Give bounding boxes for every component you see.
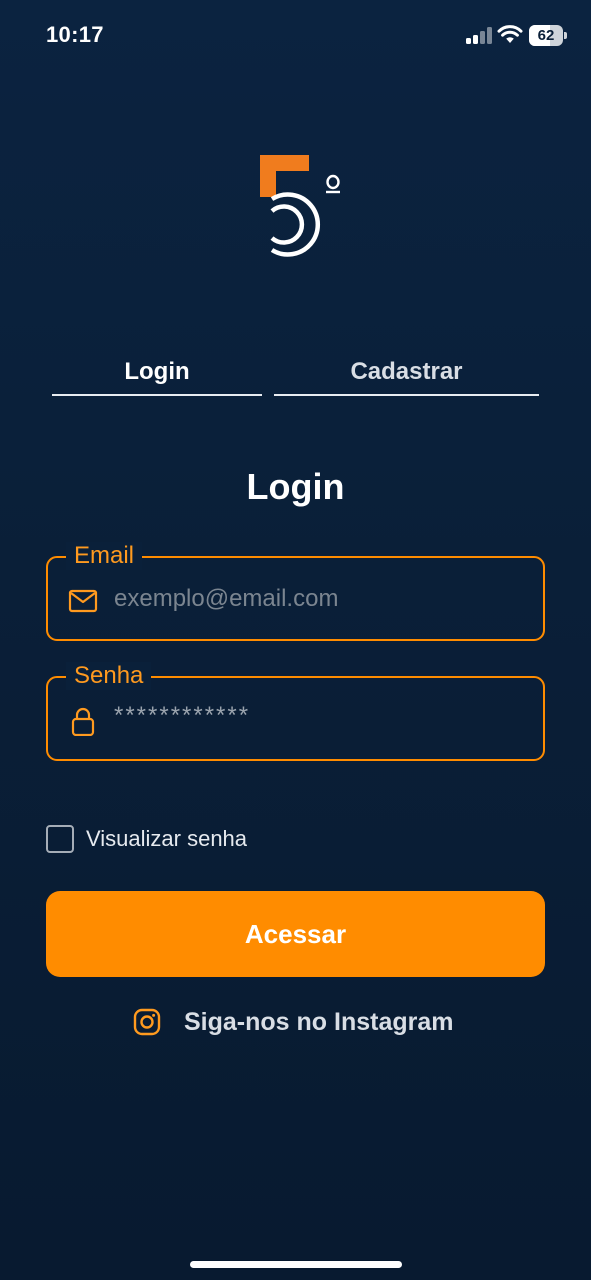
email-input[interactable]	[114, 558, 534, 639]
home-indicator[interactable]	[190, 1261, 402, 1268]
page-title: Login	[246, 466, 345, 507]
status-bar: 10:17 62	[0, 0, 591, 70]
instagram-label: Siga-nos no Instagram	[184, 1008, 454, 1036]
lock-icon	[68, 706, 98, 737]
wifi-icon	[497, 24, 523, 44]
login-button[interactable]: Acessar	[46, 891, 545, 977]
tab-login[interactable]: Login	[52, 350, 262, 396]
app-logo	[255, 150, 347, 260]
cellular-signal-icon	[466, 27, 492, 44]
show-password-checkbox[interactable]	[46, 825, 74, 853]
tab-cadastrar[interactable]: Cadastrar	[274, 350, 539, 396]
instagram-icon	[133, 1008, 161, 1036]
password-field: Senha	[46, 662, 545, 761]
show-password-label[interactable]: Visualizar senha	[86, 825, 247, 853]
auth-tabs: Login Cadastrar	[52, 350, 539, 396]
email-field: Email	[46, 542, 545, 641]
password-input[interactable]	[114, 675, 534, 756]
status-time: 10:17	[46, 22, 104, 47]
mail-icon	[68, 586, 98, 616]
battery-level: 62	[537, 27, 555, 44]
battery-icon: 62	[529, 25, 567, 46]
